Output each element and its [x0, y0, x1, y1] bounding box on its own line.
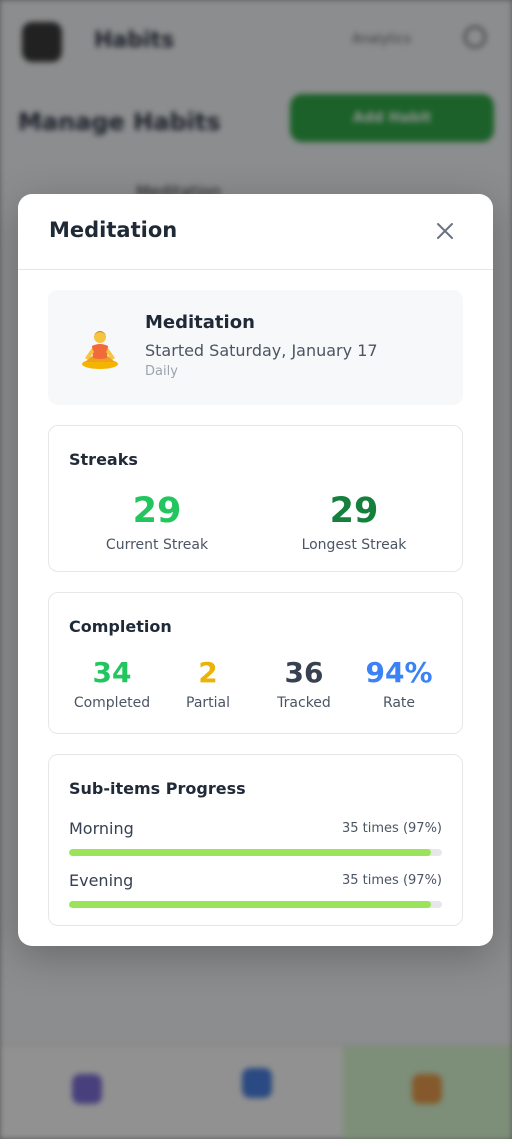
tracked-value: 36	[284, 656, 324, 689]
partial-value: 2	[198, 656, 218, 689]
tracked-label: Tracked	[277, 695, 331, 711]
current-streak-label: Current Streak	[105, 537, 209, 553]
completed-label: Completed	[73, 695, 151, 711]
longest-streak-stat: 29 Longest Streak	[254, 491, 454, 554]
sub-item-count: 35 times (97%)	[342, 821, 442, 836]
completed-value: 34	[92, 656, 132, 689]
sub-item-progress-fill	[69, 901, 431, 908]
close-button[interactable]	[432, 218, 458, 244]
rate-value: 94%	[365, 656, 433, 689]
partial-label: Partial	[186, 695, 230, 711]
tracked-stat: 36 Tracked	[254, 656, 354, 712]
modal-header: Meditation	[18, 194, 493, 270]
habit-detail-modal: Meditation Meditation Started Saturday, …	[18, 194, 493, 946]
sub-items-progress-card: Sub-items Progress Morning 35 times (97%…	[48, 754, 463, 926]
close-icon	[437, 223, 453, 239]
sub-items-title: Sub-items Progress	[69, 779, 246, 798]
streaks-title: Streaks	[69, 450, 138, 469]
sub-item-progress-track	[69, 849, 442, 856]
habit-frequency: Daily	[145, 364, 178, 379]
completed-stat: 34 Completed	[62, 656, 162, 712]
habit-name: Meditation	[145, 312, 255, 333]
streaks-card: Streaks 29 Current Streak 29 Longest Str…	[48, 425, 463, 572]
person-lotus-position-icon	[82, 331, 118, 369]
rate-label: Rate	[382, 695, 416, 711]
current-streak-stat: 29 Current Streak	[57, 491, 257, 554]
modal-title: Meditation	[49, 218, 178, 242]
longest-streak-value: 29	[329, 491, 379, 531]
sub-item-progress-fill	[69, 849, 431, 856]
completion-title: Completion	[69, 617, 172, 636]
partial-stat: 2 Partial	[158, 656, 258, 712]
current-streak-value: 29	[132, 491, 182, 531]
sub-item-count: 35 times (97%)	[342, 873, 442, 888]
rate-stat: 94% Rate	[349, 656, 449, 712]
longest-streak-label: Longest Streak	[301, 537, 407, 553]
habit-summary-card: Meditation Started Saturday, January 17 …	[48, 290, 463, 405]
completion-card: Completion 34 Completed 2 Partial 36 Tra…	[48, 592, 463, 734]
sub-item-progress-track	[69, 901, 442, 908]
habit-start-date: Started Saturday, January 17	[145, 341, 378, 360]
sub-item-label: Evening	[69, 871, 134, 890]
sub-item-label: Morning	[69, 819, 134, 838]
